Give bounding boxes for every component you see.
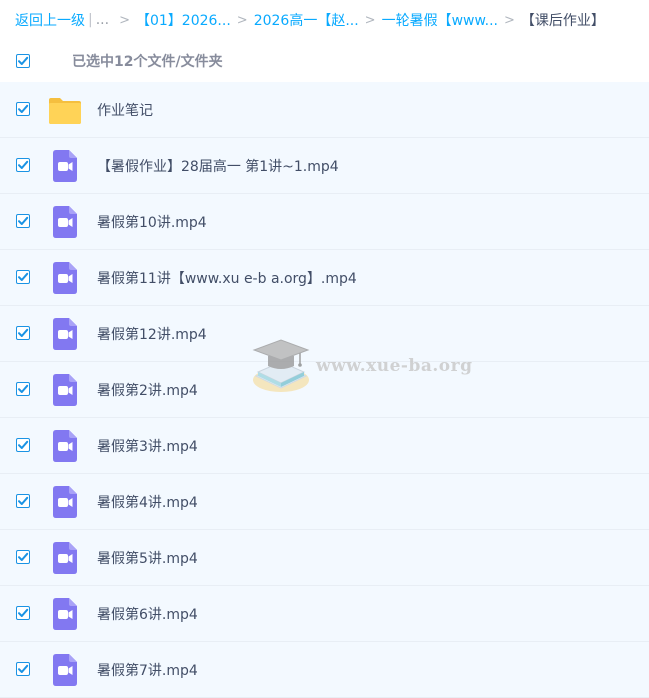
video-file-icon: [48, 261, 82, 295]
file-name[interactable]: 作业笔记: [97, 100, 153, 120]
selection-bar: 已选中12个文件/文件夹: [0, 40, 649, 82]
checkmark-icon: [18, 608, 29, 617]
checkmark-icon: [18, 496, 29, 505]
file-row[interactable]: 暑假第6讲.mp4: [0, 586, 649, 642]
checkmark-icon: [18, 328, 29, 337]
breadcrumb: 返回上一级 | ... > 【01】2026... > 2026高一【赵... …: [15, 0, 645, 40]
checkmark-icon: [18, 664, 29, 673]
video-file-icon: [48, 485, 82, 519]
video-file-icon: [48, 597, 82, 631]
file-checkbox[interactable]: [16, 606, 30, 620]
file-name[interactable]: 暑假第10讲.mp4: [97, 212, 207, 232]
breadcrumb-ellipsis[interactable]: ...: [96, 12, 109, 28]
breadcrumb-item[interactable]: 一轮暑假【www...: [382, 10, 498, 30]
chevron-right-icon: >: [364, 12, 376, 28]
video-file-icon: [48, 373, 82, 407]
graduation-cap-books-icon: [252, 339, 310, 392]
file-name[interactable]: 暑假第5讲.mp4: [97, 548, 198, 568]
file-name[interactable]: 暑假第11讲【www.xu e-b a.org】.mp4: [97, 268, 357, 288]
selection-count: 已选中12个文件/文件夹: [72, 54, 223, 70]
breadcrumb-item[interactable]: 2026高一【赵...: [254, 10, 359, 30]
checkmark-icon: [18, 552, 29, 561]
file-name[interactable]: 暑假第3讲.mp4: [97, 436, 198, 456]
file-checkbox[interactable]: [16, 270, 30, 284]
file-checkbox[interactable]: [16, 214, 30, 228]
checkmark-icon: [18, 440, 29, 449]
file-name[interactable]: 【暑假作业】28届高一 第1讲~1.mp4: [97, 156, 339, 176]
file-checkbox[interactable]: [16, 550, 30, 564]
chevron-right-icon: >: [504, 12, 515, 28]
file-checkbox[interactable]: [16, 382, 30, 396]
file-name[interactable]: 暑假第4讲.mp4: [97, 492, 198, 512]
file-checkbox[interactable]: [16, 494, 30, 508]
video-file-icon: [48, 429, 82, 463]
file-row[interactable]: 暑假第4讲.mp4: [0, 474, 649, 530]
file-row[interactable]: 暑假第5讲.mp4: [0, 530, 649, 586]
checkmark-icon: [18, 160, 29, 169]
chevron-right-icon: >: [119, 12, 130, 28]
checkmark-icon: [18, 216, 29, 225]
chevron-right-icon: >: [236, 12, 248, 28]
watermark: www.xue-ba.org: [250, 336, 472, 396]
back-link[interactable]: 返回上一级: [15, 10, 85, 30]
file-name[interactable]: 暑假第6讲.mp4: [97, 604, 198, 624]
watermark-text: www.xue-ba.org: [316, 356, 473, 376]
file-row[interactable]: 【暑假作业】28届高一 第1讲~1.mp4: [0, 138, 649, 194]
file-row[interactable]: 暑假第3讲.mp4: [0, 418, 649, 474]
file-name[interactable]: 暑假第7讲.mp4: [97, 660, 198, 680]
folder-icon: [48, 93, 82, 127]
file-checkbox[interactable]: [16, 326, 30, 340]
video-file-icon: [48, 149, 82, 183]
file-row[interactable]: 暑假第10讲.mp4: [0, 194, 649, 250]
video-file-icon: [48, 541, 82, 575]
file-name[interactable]: 暑假第2讲.mp4: [97, 380, 198, 400]
file-row[interactable]: 暑假第7讲.mp4: [0, 642, 649, 698]
file-checkbox[interactable]: [16, 102, 30, 116]
checkmark-icon: [18, 56, 29, 65]
breadcrumb-item[interactable]: 【01】2026...: [136, 10, 231, 30]
breadcrumb-divider: |: [88, 12, 93, 28]
video-file-icon: [48, 205, 82, 239]
file-checkbox[interactable]: [16, 158, 30, 172]
checkmark-icon: [18, 272, 29, 281]
video-file-icon: [48, 317, 82, 351]
breadcrumb-current: 【课后作业】: [520, 13, 605, 29]
select-all-checkbox[interactable]: [16, 54, 30, 68]
file-checkbox[interactable]: [16, 662, 30, 676]
file-name[interactable]: 暑假第12讲.mp4: [97, 324, 207, 344]
checkmark-icon: [18, 384, 29, 393]
file-row[interactable]: 暑假第11讲【www.xu e-b a.org】.mp4: [0, 250, 649, 306]
file-checkbox[interactable]: [16, 438, 30, 452]
checkmark-icon: [18, 104, 29, 113]
file-row[interactable]: 作业笔记: [0, 82, 649, 138]
video-file-icon: [48, 653, 82, 687]
